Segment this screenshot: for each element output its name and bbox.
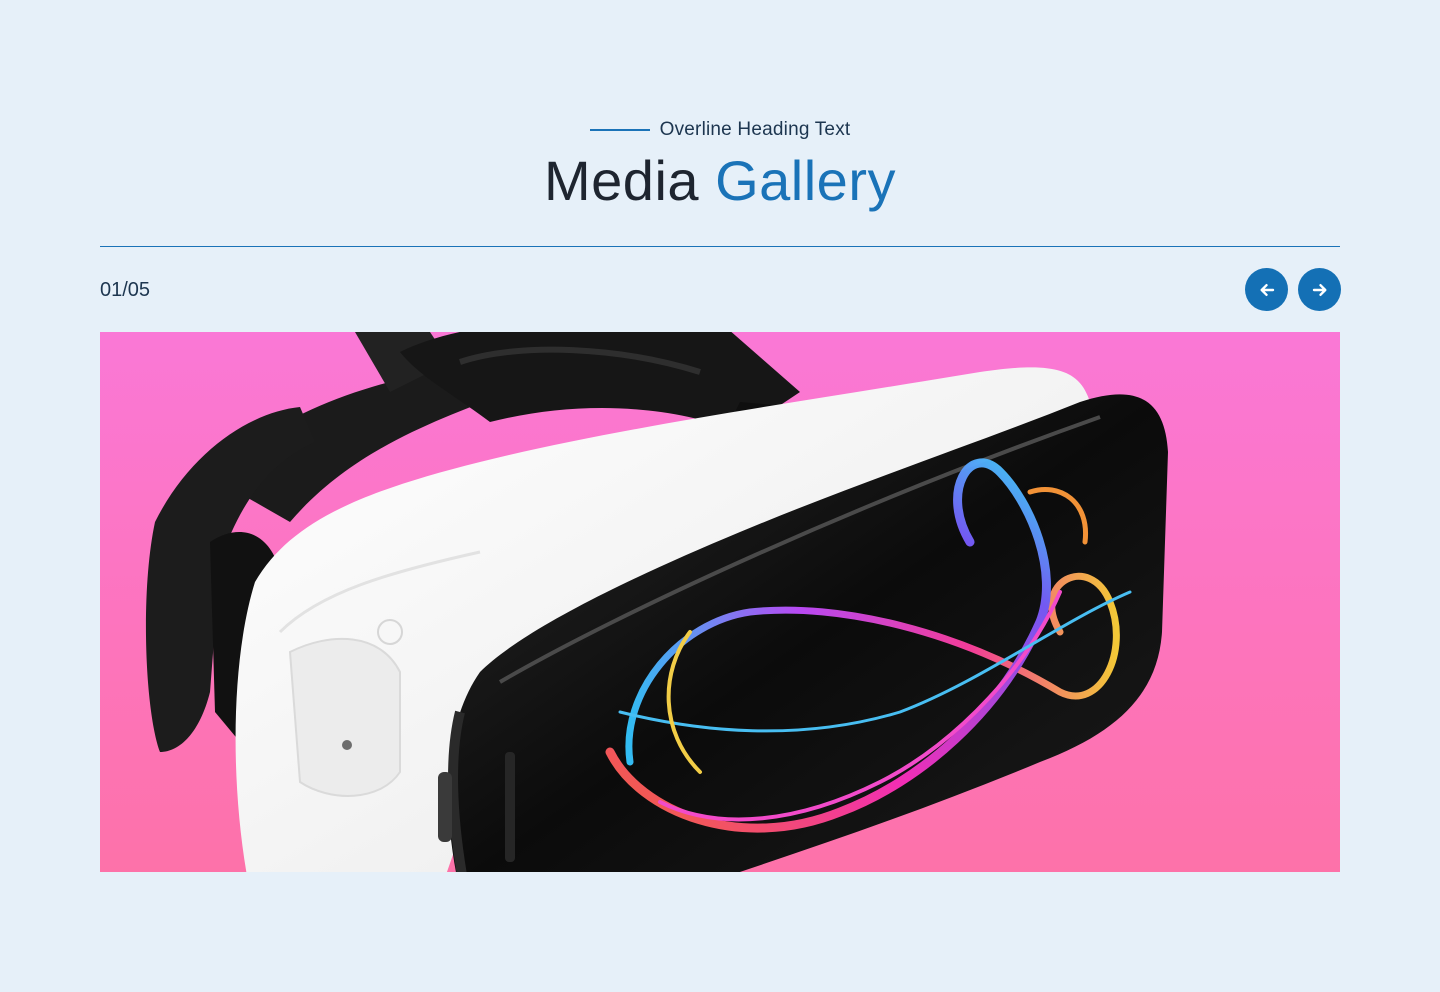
overline-line-decoration [589,129,650,131]
arrow-right-icon [1312,283,1326,296]
overline-heading: Overline Heading Text [589,119,851,141]
gallery-navigation [1245,268,1341,311]
title-word-accent: Gallery [715,149,896,212]
title-word-dark: Media [544,149,700,212]
prev-slide-button[interactable] [1245,268,1288,311]
vr-headset-illustration [145,332,1168,872]
overline-text: Overline Heading Text [659,119,851,140]
next-slide-button[interactable] [1298,268,1341,311]
slide-counter: 01/05 [100,279,151,301]
page-title: Media Gallery [0,149,1440,213]
section-divider [100,246,1340,247]
arrow-left-icon [1260,283,1274,296]
gallery-image [100,332,1340,872]
section-header: Overline Heading Text Media Gallery [0,118,1440,213]
